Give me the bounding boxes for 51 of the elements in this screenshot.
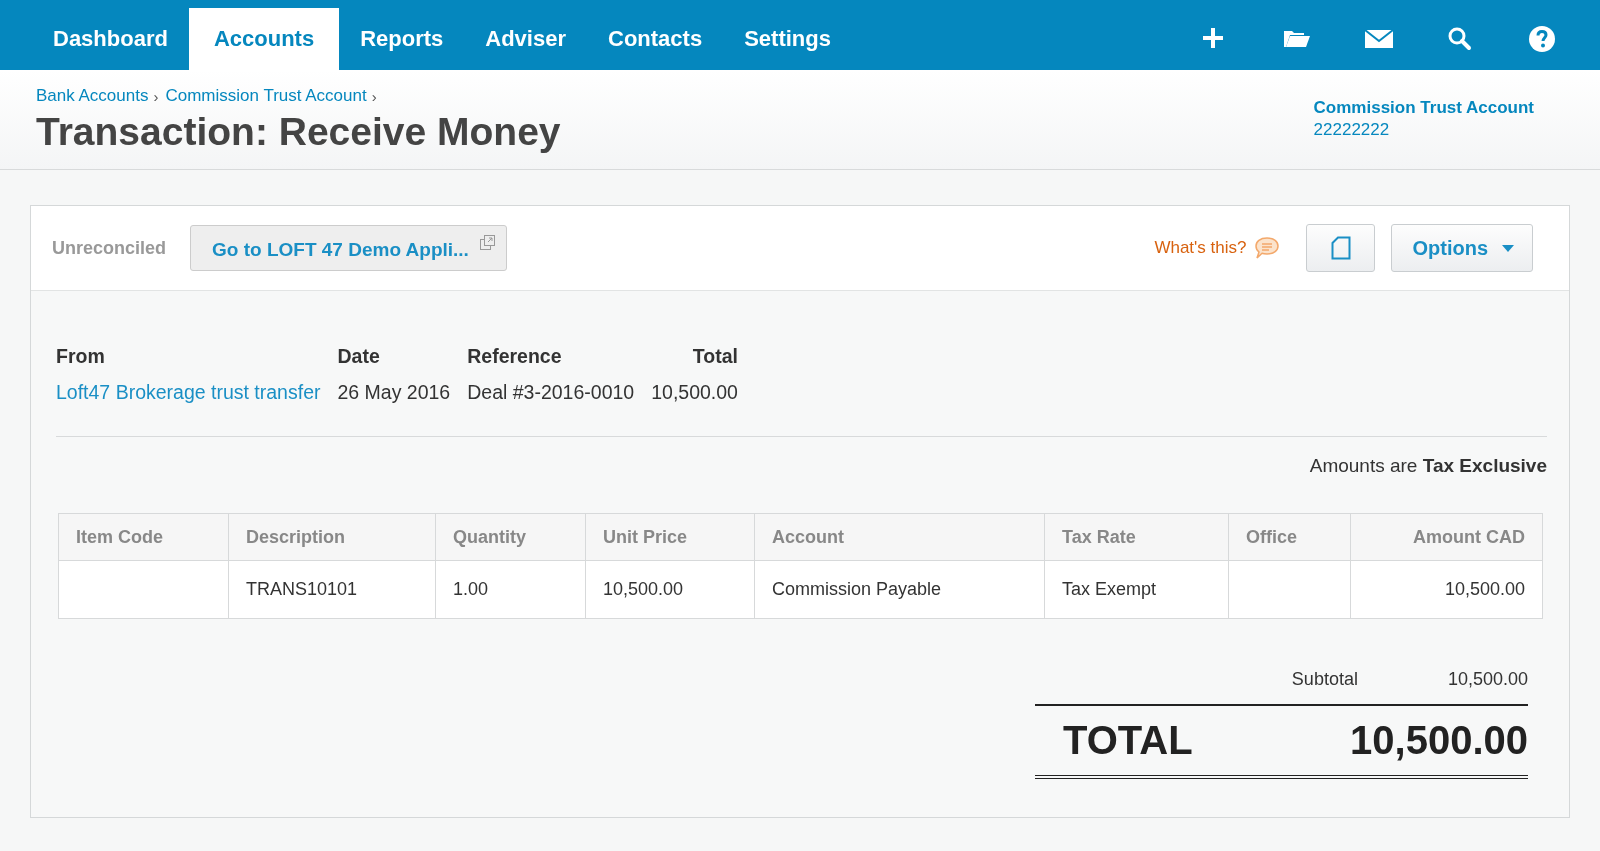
breadcrumb-separator: › [153, 87, 159, 105]
column-header: Account [754, 513, 1045, 561]
table-cell: Tax Exempt [1044, 560, 1229, 619]
column-header: Tax Rate [1044, 513, 1229, 561]
field-label: Date [337, 345, 381, 368]
table-cell: 10,500.00 [585, 560, 755, 619]
go-to-button[interactable]: Go to LOFT 47 Demo Appli... [190, 225, 507, 271]
help-icon [1528, 25, 1558, 53]
table-cell: TRANS10101 [228, 560, 436, 619]
total-value: 10,500.00 [1350, 718, 1528, 763]
column-header: Amount CAD [1350, 513, 1543, 561]
nav-tab[interactable]: Reports [339, 8, 465, 70]
field-value: 26 May 2016 [337, 381, 451, 404]
help-button[interactable] [1528, 25, 1558, 53]
field-label: From [56, 345, 106, 368]
caret-icon [1502, 244, 1514, 252]
nav-tab[interactable]: Dashboard [32, 8, 189, 70]
total-label: TOTAL [1063, 718, 1193, 763]
nav-tab[interactable]: Settings [723, 8, 852, 70]
account-number-link[interactable]: 22222222 [1313, 120, 1390, 140]
breadcrumb-link[interactable]: Commission Trust Account [165, 86, 367, 106]
field-value: 10,500.00 [651, 381, 738, 404]
document-icon [1330, 236, 1351, 260]
column-header: Item Code [58, 513, 229, 561]
field-value: Deal #3-2016-0010 [467, 381, 635, 404]
field-label: Total [692, 345, 738, 368]
account-name-link[interactable]: Commission Trust Account [1313, 98, 1534, 118]
column-header: Unit Price [585, 513, 755, 561]
page-title: Transaction: Receive Money [36, 110, 561, 154]
table-cell: 10,500.00 [1350, 560, 1543, 619]
column-header: Description [228, 513, 436, 561]
nav-tab[interactable]: Accounts [188, 8, 340, 70]
status-label: Unreconciled [52, 237, 167, 259]
field-label: Reference [467, 345, 563, 368]
column-header: Office [1228, 513, 1351, 561]
external-window-icon [478, 234, 496, 251]
contact-link[interactable]: Loft47 Brokerage trust transfer [56, 381, 321, 404]
whats-this-link[interactable]: What's this? [1154, 238, 1247, 258]
nav-tab[interactable]: Adviser [464, 8, 587, 70]
breadcrumb-link[interactable]: Bank Accounts [36, 86, 149, 106]
table-cell: Commission Payable [754, 560, 1045, 619]
nav-tab[interactable]: Contacts [587, 8, 724, 70]
subtotal-value: 10,500.00 [1447, 669, 1528, 690]
tax-note: Amounts are Tax Exclusive [1308, 455, 1547, 477]
speech-bubble-icon [1254, 236, 1281, 260]
column-header: Quantity [435, 513, 586, 561]
document-button[interactable] [1306, 224, 1376, 272]
subtotal-label: Subtotal [1291, 669, 1358, 690]
breadcrumb-separator: › [371, 87, 377, 105]
options-dropdown-button[interactable]: Options [1391, 224, 1533, 272]
table-cell: 1.00 [435, 560, 586, 619]
